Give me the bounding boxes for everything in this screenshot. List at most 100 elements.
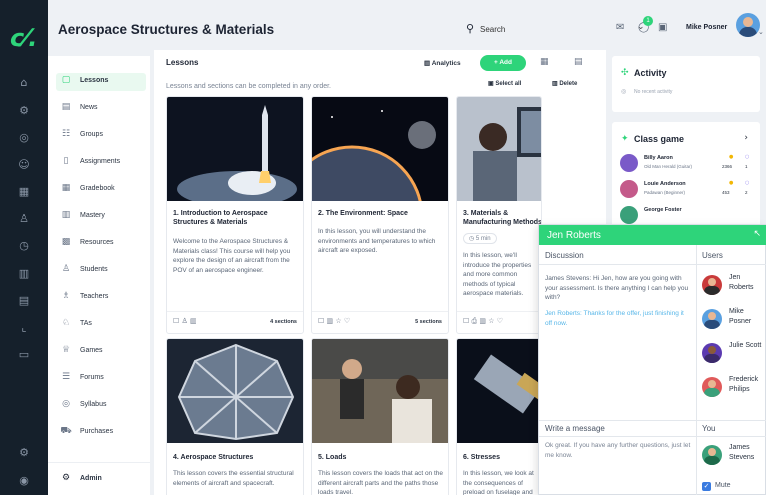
analytics-icon[interactable]: ⌞ bbox=[17, 321, 31, 335]
course-sidebar: ▢ Lessons ▤ News ☷ Groups ▯ Assignments ▦ Gra… bbox=[48, 56, 150, 495]
page-title: Lessons bbox=[166, 58, 199, 67]
heart-icon[interactable]: ♡ bbox=[497, 317, 503, 325]
leaderboard-row[interactable]: Louie Anderson Padawan (Beginner) ● ○ 45… bbox=[620, 178, 756, 202]
card-actions[interactable]: ☐ ⎙ ▥ ☆ ♡ bbox=[463, 317, 503, 326]
assignments-icon: ▯ bbox=[63, 156, 69, 166]
sidebar-item-tas[interactable]: ♘ TAs bbox=[60, 316, 148, 334]
lesson-card[interactable]: 1. Introduction to Aerospace Structures … bbox=[166, 96, 304, 334]
sidebar-item-syllabus[interactable]: ◎ Syllabus bbox=[60, 397, 148, 415]
delete-button[interactable]: ▥ Delete bbox=[552, 80, 577, 87]
library-icon[interactable]: ▤ bbox=[17, 294, 31, 308]
checkbox-icon[interactable]: ☐ bbox=[463, 317, 469, 325]
checkbox-icon[interactable]: ☐ bbox=[173, 317, 179, 325]
lesson-image-station bbox=[167, 339, 303, 443]
star-icon[interactable]: ☆ bbox=[488, 317, 494, 325]
avatar bbox=[620, 154, 638, 172]
sidebar-item-admin[interactable]: ⚙ Admin bbox=[60, 471, 148, 489]
heart-icon[interactable]: ♡ bbox=[344, 317, 350, 325]
discussion-label: Discussion bbox=[545, 251, 584, 260]
section-count: 5 sections bbox=[415, 319, 442, 325]
gallery-icon[interactable]: ▭ bbox=[17, 348, 31, 362]
analytics-button[interactable]: ▥ Analytics bbox=[422, 56, 463, 70]
chevron-right-icon[interactable]: › bbox=[744, 133, 748, 143]
chat-you: James Stevens bbox=[702, 443, 764, 473]
chart-icon[interactable]: ▥ bbox=[17, 267, 31, 281]
grid-icon[interactable]: ▦ bbox=[17, 185, 31, 199]
avatar bbox=[702, 275, 722, 295]
search-box[interactable]: ⚲ ⌄ bbox=[460, 18, 656, 40]
mute-toggle[interactable]: ✓ Mute bbox=[702, 481, 762, 493]
lesson-description: In this lesson, we look at the consequen… bbox=[463, 470, 534, 495]
chat-user[interactable]: Jen Roberts bbox=[702, 273, 764, 303]
sidebar-item-resources[interactable]: ▩ Resources bbox=[60, 235, 148, 253]
class-game-title: Class game bbox=[634, 134, 685, 144]
lesson-description: This lesson covers the essential structu… bbox=[173, 470, 294, 487]
user-name[interactable]: Mike Posner bbox=[686, 24, 727, 31]
lesson-card[interactable]: 5. Loads This lesson covers the loads th… bbox=[311, 338, 449, 495]
sidebar-item-news[interactable]: ▤ News bbox=[60, 100, 148, 118]
compose-header-divider bbox=[539, 436, 766, 437]
chat-user[interactable]: Mike Posner bbox=[702, 307, 764, 337]
settings-icon[interactable]: ⚙ bbox=[17, 446, 31, 460]
lessons-icon: ▢ bbox=[61, 75, 71, 85]
grid-view-icon[interactable]: ▦ bbox=[540, 57, 549, 67]
chat-contact-name: Jen Roberts bbox=[547, 230, 601, 241]
target-icon[interactable]: ◎ bbox=[17, 131, 31, 145]
lesson-card[interactable]: 4. Aerospace Structures This lesson cove… bbox=[166, 338, 304, 495]
sidebar-divider bbox=[48, 462, 150, 463]
chat-header[interactable]: Jen Roberts ↖ bbox=[539, 225, 766, 245]
people-icon[interactable]: ♙ bbox=[182, 317, 188, 325]
user-avatar[interactable] bbox=[736, 13, 760, 37]
chat-user[interactable]: Frederick Philips bbox=[702, 375, 764, 405]
sidebar-item-gradebook[interactable]: ▦ Gradebook bbox=[60, 181, 148, 199]
calendar-icon[interactable]: ▣ bbox=[658, 22, 667, 33]
avatar bbox=[702, 343, 722, 363]
news-icon: ▤ bbox=[61, 102, 71, 112]
print-icon[interactable]: ⎙ bbox=[472, 317, 478, 325]
card-actions[interactable]: ☐ ▥ ☆ ♡ bbox=[318, 317, 350, 325]
chevron-down-icon[interactable]: ⌄ bbox=[758, 28, 764, 36]
sidebar-item-students[interactable]: ♙ Students bbox=[60, 262, 148, 280]
notification-badge: 1 bbox=[643, 16, 653, 26]
sidebar-item-purchases[interactable]: ⛟ Purchases bbox=[60, 424, 148, 442]
chart-icon[interactable]: ▥ bbox=[479, 317, 486, 325]
lesson-title: 5. Loads bbox=[318, 454, 347, 461]
sidebar-item-groups[interactable]: ☷ Groups bbox=[60, 127, 148, 145]
sidebar-item-forums[interactable]: ☰ Forums bbox=[60, 370, 148, 388]
sidebar-item-mastery[interactable]: ▥ Mastery bbox=[60, 208, 148, 226]
mail-icon[interactable]: ✉ bbox=[616, 22, 624, 33]
lesson-card[interactable]: 2. The Environment: Space In this lesson… bbox=[311, 96, 449, 334]
network-icon[interactable]: ⚙ bbox=[17, 104, 31, 118]
app-rail: c⁄. ⌂ ⚙ ◎ ☺ ▦ ♙ ◷ ▥ ▤ ⌞ ▭ ⚙ ◉ bbox=[0, 0, 48, 495]
chart-icon[interactable]: ▥ bbox=[327, 317, 334, 325]
checkbox-icon[interactable]: ☐ bbox=[318, 317, 324, 325]
checkbox-checked-icon[interactable]: ✓ bbox=[702, 482, 711, 491]
teachers-icon: ♗ bbox=[61, 291, 71, 301]
cart-icon: ⛟ bbox=[60, 426, 72, 436]
chat-user[interactable]: Julie Scott bbox=[702, 341, 764, 371]
sidebar-item-games[interactable]: ♕ Games bbox=[60, 343, 148, 361]
lesson-card[interactable]: 6. Stresses In this lesson, we look at t… bbox=[456, 338, 542, 495]
list-view-icon[interactable]: ▤ bbox=[574, 57, 583, 67]
lesson-title: 1. Introduction to Aerospace Structures … bbox=[173, 210, 268, 226]
add-button[interactable]: + Add bbox=[480, 55, 526, 71]
sidebar-item-lessons[interactable]: ▢ Lessons bbox=[56, 73, 146, 91]
star-icon[interactable]: ☆ bbox=[335, 317, 341, 325]
lesson-card[interactable]: 3. Materials & Manufacturing Methods ◷ 5… bbox=[456, 96, 542, 334]
message-input[interactable]: Ok great. If you have any further questi… bbox=[545, 441, 691, 460]
people-icon[interactable]: ☺ bbox=[17, 158, 31, 172]
lesson-title: 6. Stresses bbox=[463, 454, 500, 461]
leaderboard-row[interactable]: Billy Aaron Old Man Herald (Guitar) ● ○ … bbox=[620, 152, 756, 176]
home-icon[interactable]: ⌂ bbox=[17, 76, 31, 90]
sidebar-item-assignments[interactable]: ▯ Assignments bbox=[60, 154, 148, 172]
select-all-button[interactable]: ▣ Select all bbox=[488, 80, 521, 87]
chart-icon[interactable]: ▥ bbox=[190, 317, 197, 325]
search-input[interactable] bbox=[480, 21, 630, 37]
person-icon[interactable]: ♙ bbox=[17, 212, 31, 226]
brand-logo[interactable]: c⁄. bbox=[10, 26, 38, 50]
sidebar-item-teachers[interactable]: ♗ Teachers bbox=[60, 289, 148, 307]
clock-icon[interactable]: ◷ bbox=[17, 239, 31, 253]
collapse-icon[interactable]: ↖ bbox=[753, 229, 761, 239]
help-icon[interactable]: ◉ bbox=[17, 474, 31, 488]
card-actions[interactable]: ☐ ♙ ▥ bbox=[173, 317, 197, 325]
